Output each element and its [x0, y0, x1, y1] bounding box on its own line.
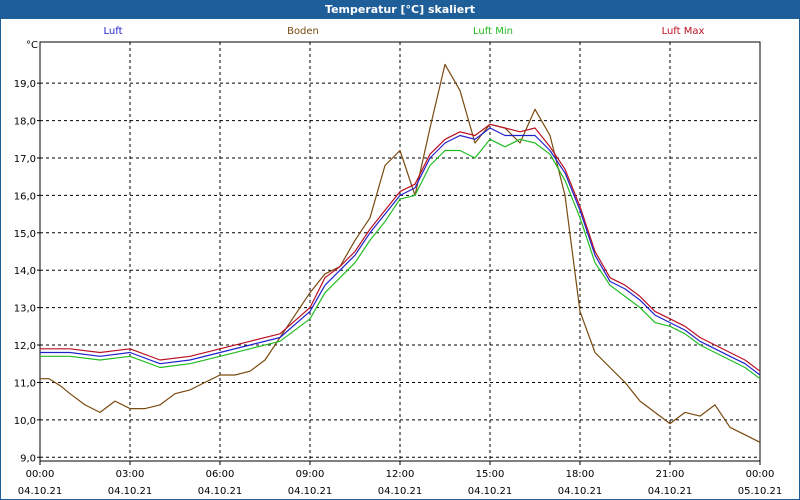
y-tick-label: 18,0	[14, 117, 36, 128]
x-tick-label-time: 18:00	[566, 469, 595, 480]
x-tick-label-date: 04.10.21	[108, 486, 153, 497]
x-tick-label-time: 06:00	[206, 469, 235, 480]
x-tick-label-date: 04.10.21	[648, 486, 693, 497]
x-tick-label-time: 00:00	[746, 469, 775, 480]
y-tick-label: 12,0	[14, 341, 36, 352]
y-tick-label: 13,0	[14, 304, 36, 315]
x-tick-label-date: 04.10.21	[378, 486, 423, 497]
legend-entry-luft: Luft	[104, 26, 123, 37]
legend: Luft Boden Luft Min Luft Max	[104, 26, 705, 37]
x-tick-label-time: 09:00	[296, 469, 325, 480]
grid	[40, 42, 760, 461]
x-tick-label-date: 05.10.21	[738, 486, 783, 497]
x-tick-label-time: 00:00	[26, 469, 55, 480]
x-tick-label-time: 03:00	[116, 469, 145, 480]
x-tick-label-date: 04.10.21	[468, 486, 513, 497]
x-tick-label-time: 15:00	[476, 469, 505, 480]
x-tick-label-time: 21:00	[656, 469, 685, 480]
y-tick-label: 11,0	[14, 378, 36, 389]
x-tick-label-date: 04.10.21	[18, 486, 63, 497]
legend-entry-luft-min: Luft Min	[473, 26, 513, 37]
x-tick-label-date: 04.10.21	[288, 486, 333, 497]
y-tick-label: 15,0	[14, 229, 36, 240]
legend-entry-boden: Boden	[287, 26, 319, 37]
temperature-chart: 9,0 10,0 11,0 12,0 13,0 14,0 15,0 16,0 17,0 18,0 1…	[14, 26, 783, 497]
y-tick-label: 19,0	[14, 79, 36, 90]
x-tick-label-time: 12:00	[386, 469, 415, 480]
x-tick-label-date: 04.10.21	[198, 486, 243, 497]
y-tick-label: 16,0	[14, 191, 36, 202]
axes: 9,0 10,0 11,0 12,0 13,0 14,0 15,0 16,0 17,0 18,0 1…	[14, 41, 783, 497]
y-tick-label: 14,0	[14, 266, 36, 277]
legend-entry-luft-max: Luft Max	[662, 26, 705, 37]
y-tick-label: 17,0	[14, 154, 36, 165]
y-tick-label: 10,0	[14, 416, 36, 427]
y-tick-label: 9,0	[20, 453, 36, 464]
y-axis-label: °C	[26, 40, 38, 51]
x-tick-label-date: 04.10.21	[558, 486, 603, 497]
